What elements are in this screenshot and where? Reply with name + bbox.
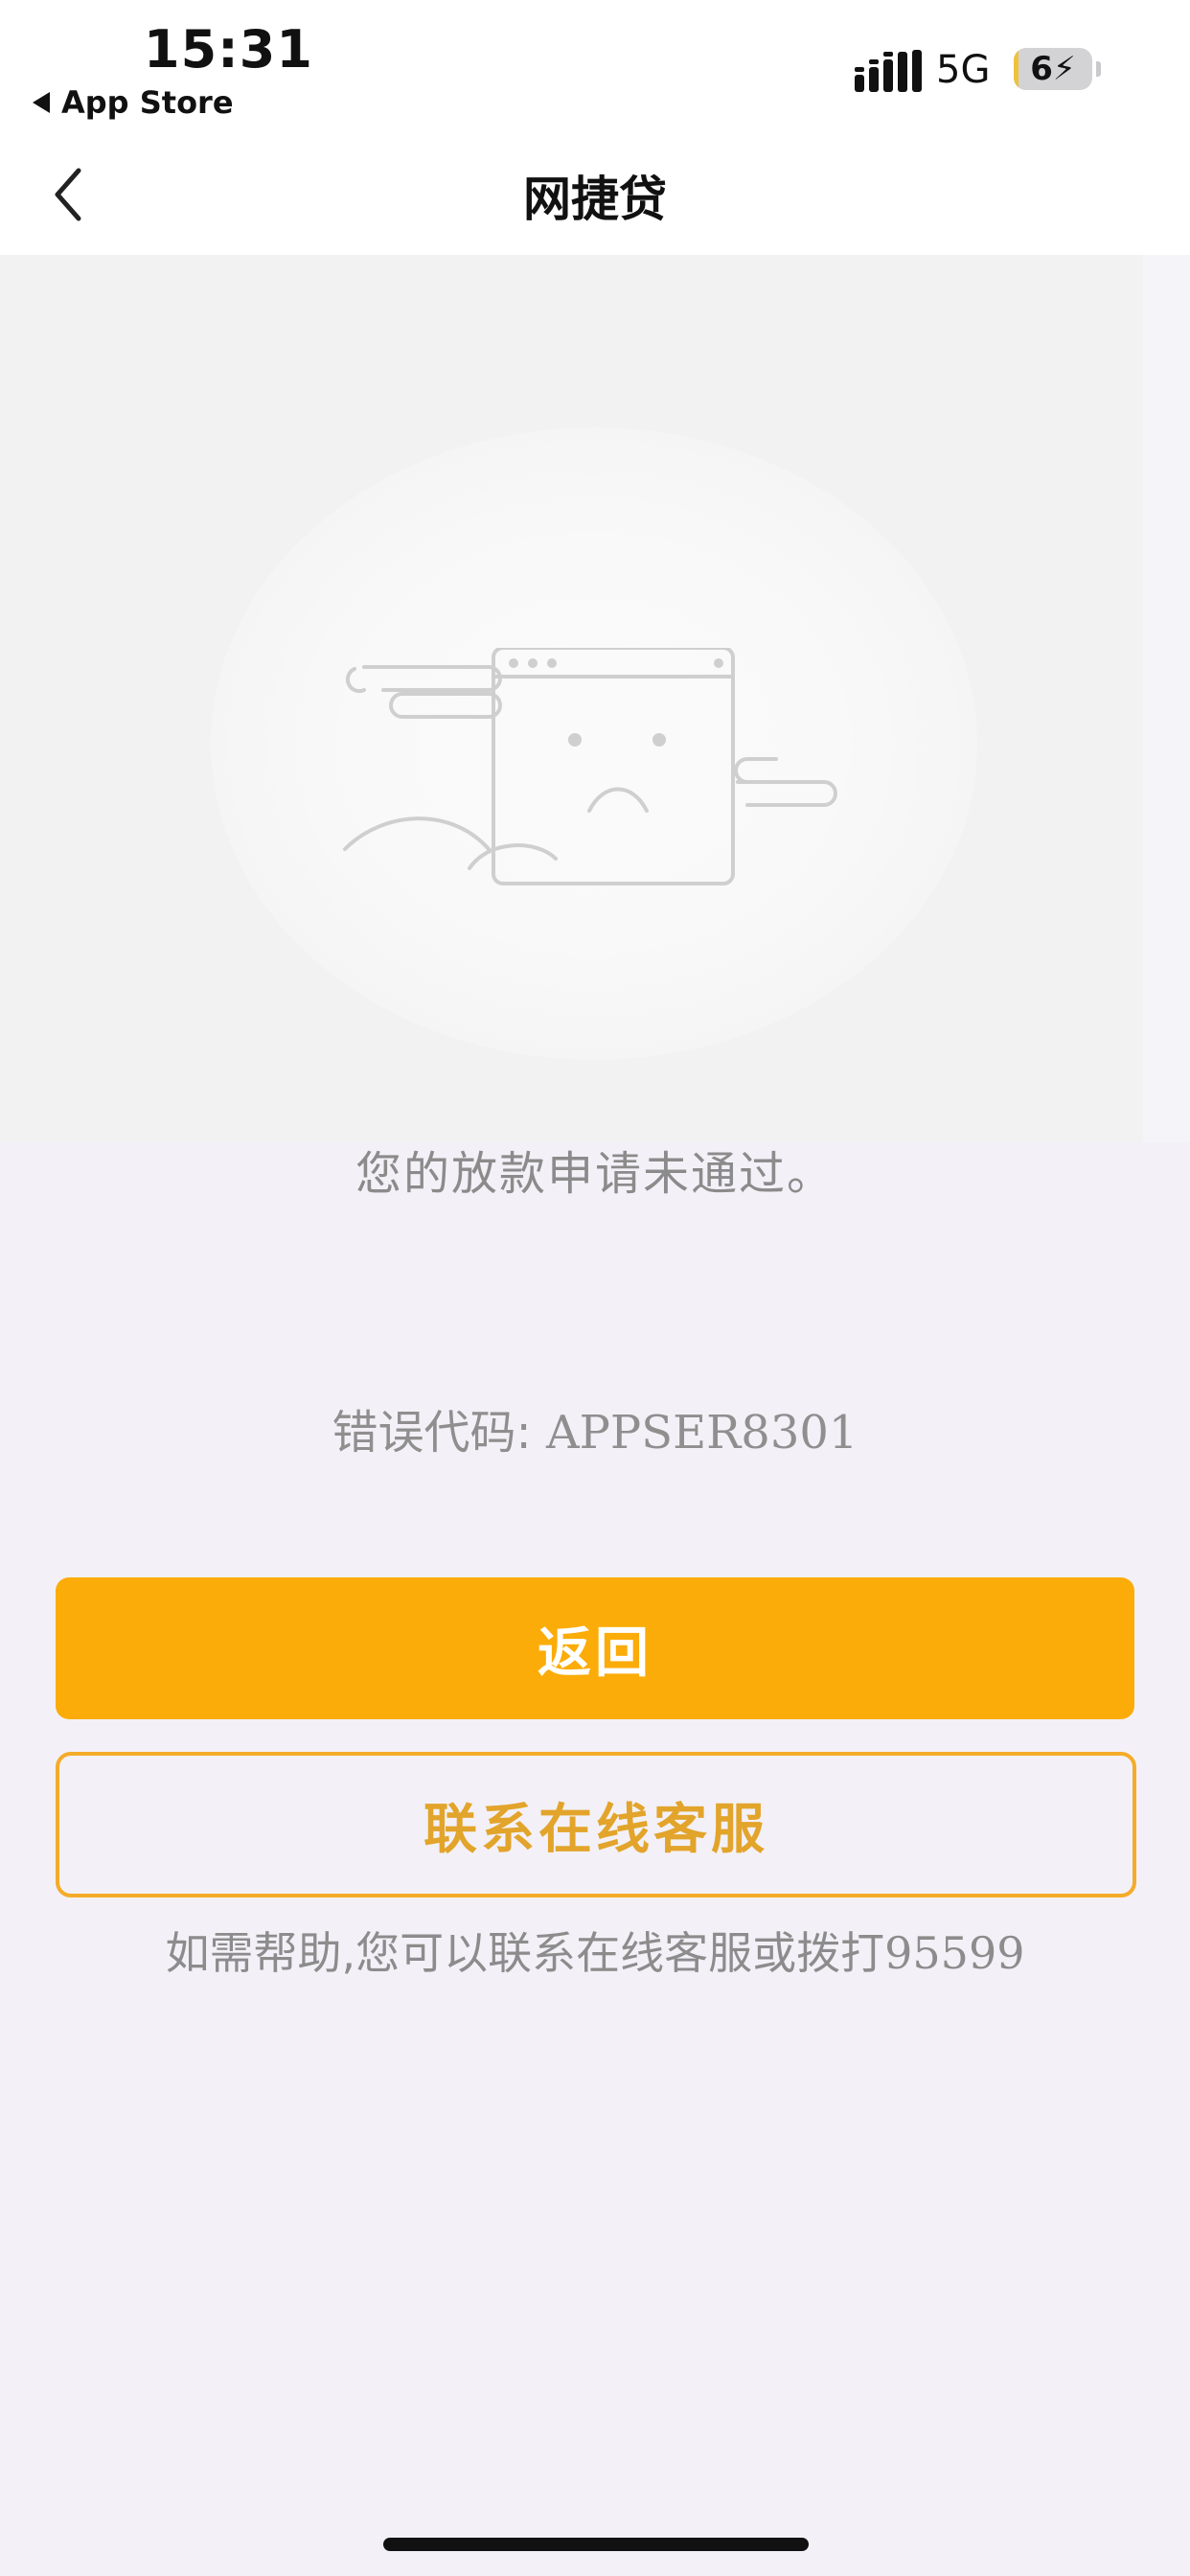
error-code: 错误代码: APPSER8301 xyxy=(0,1394,1190,1461)
contact-service-button[interactable]: 联系在线客服 xyxy=(56,1752,1136,1898)
battery-tip xyxy=(1096,61,1101,77)
return-button[interactable]: 返回 xyxy=(56,1577,1134,1719)
illustration-area xyxy=(0,255,1143,1142)
battery-level: 6 ⚡ xyxy=(1030,50,1076,88)
home-indicator[interactable] xyxy=(383,2538,809,2551)
back-app-label: App Store xyxy=(61,84,234,121)
help-text: 如需帮助,您可以联系在线客服或拨打95599 xyxy=(0,1919,1190,1982)
page-title: 网捷贷 xyxy=(523,172,667,227)
error-code-label: 错误代码: xyxy=(332,1406,546,1460)
sad-window-icon xyxy=(343,648,837,886)
help-phone-number[interactable]: 95599 xyxy=(884,1927,1024,1979)
side-strip xyxy=(1143,255,1190,1142)
status-bar: 15:31 App Store 5G 6 ⚡ xyxy=(0,0,1190,134)
signal-icon xyxy=(855,50,922,92)
network-type: 5G xyxy=(936,48,991,92)
rejection-message: 您的放款申请未通过。 xyxy=(355,1147,835,1201)
help-text-label: 如需帮助,您可以联系在线客服或拨打 xyxy=(165,1927,885,1979)
back-triangle-icon xyxy=(33,92,50,113)
status-time: 15:31 xyxy=(144,19,313,80)
back-to-app-store[interactable]: App Store xyxy=(33,84,234,121)
error-code-value: APPSER8301 xyxy=(545,1406,858,1460)
battery-icon: 6 ⚡ xyxy=(1014,48,1092,90)
nav-bar: 网捷贷 xyxy=(0,134,1190,255)
